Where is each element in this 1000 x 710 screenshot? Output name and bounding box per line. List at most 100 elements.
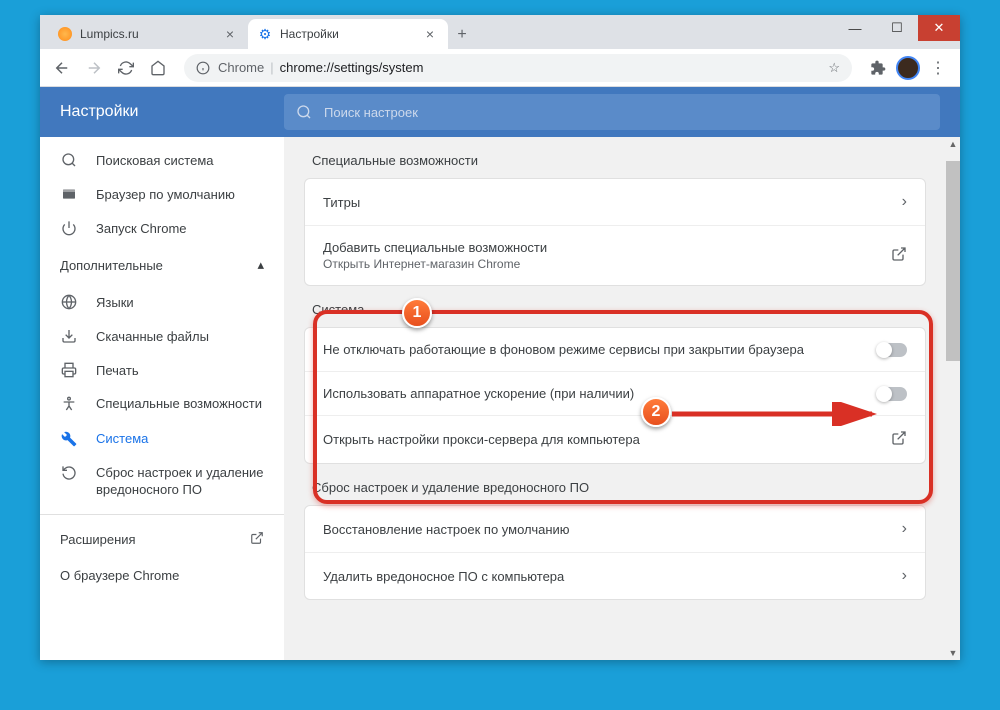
chevron-right-icon: › xyxy=(902,567,907,585)
scroll-thumb[interactable] xyxy=(946,161,960,361)
window-controls: — ☐ ✕ xyxy=(834,15,960,41)
row-cleanup[interactable]: Удалить вредоносное ПО с компьютера › xyxy=(305,552,925,599)
external-link-icon xyxy=(250,531,264,548)
external-link-icon xyxy=(891,246,907,265)
sidebar-item-on-startup[interactable]: Запуск Chrome xyxy=(40,211,284,245)
row-label: Не отключать работающие в фоновом режиме… xyxy=(323,342,804,357)
reset-card: Восстановление настроек по умолчанию › У… xyxy=(304,505,926,600)
download-icon xyxy=(60,328,78,344)
print-icon xyxy=(60,362,78,378)
scroll-down-arrow[interactable]: ▼ xyxy=(946,646,960,660)
sidebar-item-search-engine[interactable]: Поисковая система xyxy=(40,143,284,177)
favicon-settings: ⚙ xyxy=(258,27,272,41)
sidebar-label: Скачанные файлы xyxy=(96,329,209,344)
section-accessibility-title: Специальные возможности xyxy=(304,137,926,178)
about-label: О браузере Chrome xyxy=(60,568,179,583)
sidebar-advanced-toggle[interactable]: Дополнительные ▴ xyxy=(40,245,284,285)
sidebar-label: Языки xyxy=(96,295,134,310)
maximize-button[interactable]: ☐ xyxy=(876,15,918,41)
address-bar[interactable]: Chrome | chrome://settings/system ☆ xyxy=(184,54,852,82)
settings-sidebar: Поисковая система Браузер по умолчанию З… xyxy=(40,137,284,660)
sidebar-label: Поисковая система xyxy=(96,153,214,168)
row-add-accessibility[interactable]: Добавить специальные возможности Открыть… xyxy=(305,225,925,285)
row-label: Добавить специальные возможности xyxy=(323,240,547,255)
sidebar-item-accessibility[interactable]: Специальные возможности xyxy=(40,387,284,422)
search-placeholder: Поиск настроек xyxy=(324,105,418,120)
settings-title: Настройки xyxy=(40,103,284,121)
scroll-up-arrow[interactable]: ▲ xyxy=(946,137,960,151)
forward-button[interactable] xyxy=(80,54,108,82)
row-captions[interactable]: Титры › xyxy=(305,179,925,225)
row-label: Открыть настройки прокси-сервера для ком… xyxy=(323,432,640,447)
back-button[interactable] xyxy=(48,54,76,82)
search-icon xyxy=(296,104,312,120)
row-label: Титры xyxy=(323,195,360,210)
sidebar-extensions[interactable]: Расширения xyxy=(40,521,284,558)
sidebar-item-downloads[interactable]: Скачанные файлы xyxy=(40,319,284,353)
accessibility-card: Титры › Добавить специальные возможности… xyxy=(304,178,926,286)
row-restore-defaults[interactable]: Восстановление настроек по умолчанию › xyxy=(305,506,925,552)
external-link-icon xyxy=(891,430,907,449)
sidebar-about[interactable]: О браузере Chrome xyxy=(40,558,284,593)
sidebar-item-languages[interactable]: Языки xyxy=(40,285,284,319)
advanced-label: Дополнительные xyxy=(60,258,163,273)
toggle-hardware-acceleration[interactable] xyxy=(877,387,907,401)
row-label: Восстановление настроек по умолчанию xyxy=(323,522,570,537)
extensions-button[interactable] xyxy=(864,54,892,82)
content-area: Настройки Поиск настроек Поисковая систе… xyxy=(40,87,960,660)
omnibox-url: chrome://settings/system xyxy=(280,60,424,75)
settings-search[interactable]: Поиск настроек xyxy=(284,94,940,130)
reload-button[interactable] xyxy=(112,54,140,82)
favicon-lumpics xyxy=(58,27,72,41)
sidebar-label: Запуск Chrome xyxy=(96,221,187,236)
wrench-icon xyxy=(60,431,78,447)
sidebar-item-reset[interactable]: Сброс настроек и удаление вредоносного П… xyxy=(40,456,284,508)
sidebar-item-system[interactable]: Система xyxy=(40,422,284,456)
close-button[interactable]: ✕ xyxy=(918,15,960,41)
globe-icon xyxy=(60,294,78,310)
browser-icon xyxy=(60,186,78,202)
new-tab-button[interactable]: + xyxy=(448,21,476,49)
omnibox-chrome-label: Chrome xyxy=(218,60,264,75)
tab-title: Настройки xyxy=(280,27,339,41)
tab-lumpics[interactable]: Lumpics.ru × xyxy=(48,19,248,49)
toolbar: Chrome | chrome://settings/system ☆ ⋮ xyxy=(40,49,960,87)
reset-icon xyxy=(60,465,78,481)
info-icon xyxy=(196,61,210,75)
minimize-button[interactable]: — xyxy=(834,15,876,41)
sidebar-item-default-browser[interactable]: Браузер по умолчанию xyxy=(40,177,284,211)
menu-button[interactable]: ⋮ xyxy=(924,54,952,82)
tab-settings[interactable]: ⚙ Настройки × xyxy=(248,19,448,49)
tab-strip: Lumpics.ru × ⚙ Настройки × + xyxy=(40,15,960,49)
tab-title: Lumpics.ru xyxy=(80,27,139,41)
home-button[interactable] xyxy=(144,54,172,82)
sidebar-label: Браузер по умолчанию xyxy=(96,187,235,202)
section-system-title: Система xyxy=(304,286,926,327)
vertical-scrollbar[interactable]: ▲ ▼ xyxy=(946,137,960,660)
tab-close-icon[interactable]: × xyxy=(222,26,238,42)
row-label: Удалить вредоносное ПО с компьютера xyxy=(323,569,564,584)
sidebar-label: Система xyxy=(96,431,148,446)
chevron-right-icon: › xyxy=(902,193,907,211)
row-hardware-acceleration[interactable]: Использовать аппаратное ускорение (при н… xyxy=(305,371,925,415)
profile-avatar[interactable] xyxy=(896,56,920,80)
toggle-background-apps[interactable] xyxy=(877,343,907,357)
tab-close-icon[interactable]: × xyxy=(422,26,438,42)
settings-header: Настройки Поиск настроек xyxy=(40,87,960,137)
chevron-right-icon: › xyxy=(902,520,907,538)
sidebar-item-printing[interactable]: Печать xyxy=(40,353,284,387)
power-icon xyxy=(60,220,78,236)
row-proxy-settings[interactable]: Открыть настройки прокси-сервера для ком… xyxy=(305,415,925,463)
row-sublabel: Открыть Интернет-магазин Chrome xyxy=(323,257,547,271)
row-label: Использовать аппаратное ускорение (при н… xyxy=(323,386,634,401)
search-icon xyxy=(60,152,78,168)
browser-window: — ☐ ✕ Lumpics.ru × ⚙ Настройки × + Chrom… xyxy=(40,15,960,660)
bookmark-icon[interactable]: ☆ xyxy=(828,60,840,76)
row-background-apps[interactable]: Не отключать работающие в фоновом режиме… xyxy=(305,328,925,371)
section-reset-title: Сброс настроек и удаление вредоносного П… xyxy=(304,464,926,505)
settings-body: Поисковая система Браузер по умолчанию З… xyxy=(40,137,960,660)
system-card: Не отключать работающие в фоновом режиме… xyxy=(304,327,926,464)
sidebar-label: Печать xyxy=(96,363,139,378)
sidebar-label: Сброс настроек и удаление вредоносного П… xyxy=(96,465,264,499)
sidebar-label: Специальные возможности xyxy=(96,396,262,413)
